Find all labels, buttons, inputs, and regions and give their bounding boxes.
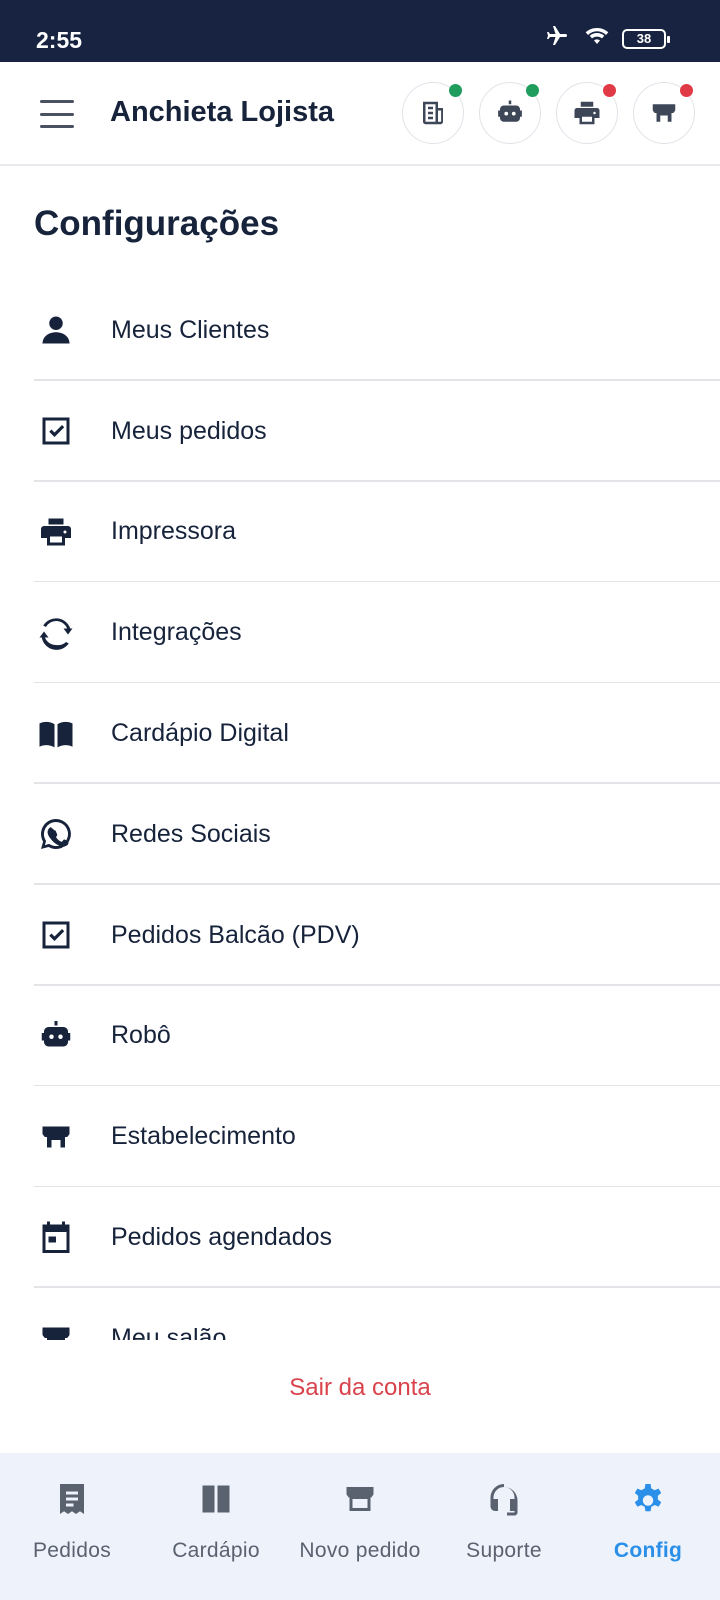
settings-item-cardapio-digital[interactable]: Cardápio Digital — [0, 683, 720, 784]
orders-status-button[interactable] — [402, 82, 464, 144]
settings-item-impressora[interactable]: Impressora — [0, 482, 720, 583]
robot-icon — [498, 100, 522, 122]
settings-item-label: Estabelecimento — [111, 1122, 296, 1151]
receipt-icon — [52, 1479, 92, 1519]
nav-cardapio[interactable]: Cardápio — [144, 1453, 288, 1600]
app-bar: Anchieta Lojista — [0, 62, 720, 166]
nav-pedidos[interactable]: Pedidos — [0, 1453, 144, 1600]
person-icon — [36, 310, 76, 350]
settings-item-label: Meu salão — [111, 1323, 227, 1340]
store-icon — [652, 104, 676, 122]
nav-suporte[interactable]: Suporte — [432, 1453, 576, 1600]
wifi-icon — [582, 24, 612, 53]
book-icon — [36, 714, 76, 754]
book-icon — [196, 1479, 236, 1519]
hamburger-icon — [40, 100, 74, 103]
settings-item-label: Cardápio Digital — [111, 719, 289, 748]
settings-item-label: Robô — [111, 1021, 171, 1050]
nav-label: Suporte — [466, 1539, 542, 1562]
app-title: Anchieta Lojista — [110, 96, 334, 128]
settings-item-meu-salao[interactable]: Meu salão — [0, 1288, 720, 1340]
system-status-bar: 2:55 38 — [0, 0, 720, 62]
nav-label: Pedidos — [33, 1539, 111, 1562]
settings-item-label: Pedidos agendados — [111, 1223, 333, 1252]
robot-icon — [36, 1016, 76, 1056]
printer-icon — [574, 101, 600, 125]
store-icon — [36, 1117, 76, 1157]
page-title: Configurações — [34, 204, 280, 243]
settings-item-pedidos-balcao[interactable]: Pedidos Balcão (PDV) — [0, 885, 720, 986]
whatsapp-icon — [36, 814, 76, 854]
status-dot — [603, 84, 616, 97]
printer-icon — [36, 512, 76, 552]
calendar-icon — [36, 1218, 76, 1258]
settings-item-label: Pedidos Balcão (PDV) — [111, 920, 360, 949]
settings-item-label: Redes Sociais — [111, 819, 271, 848]
settings-item-estabelecimento[interactable]: Estabelecimento — [0, 1086, 720, 1187]
bottom-nav: Pedidos Cardápio Novo pedido Suporte Con… — [0, 1453, 720, 1600]
status-icons: 38 — [532, 24, 670, 53]
settings-item-meus-clientes[interactable]: Meus Clientes — [0, 280, 720, 381]
settings-item-label: Impressora — [111, 517, 237, 546]
status-dot — [449, 84, 462, 97]
status-dot — [680, 84, 693, 97]
printer-status-button[interactable] — [556, 82, 618, 144]
gear-icon — [628, 1479, 668, 1519]
robot-status-button[interactable] — [479, 82, 541, 144]
settings-item-integracoes[interactable]: Integrações — [0, 582, 720, 683]
battery-icon: 38 — [622, 28, 670, 49]
store-status-button[interactable] — [633, 82, 695, 144]
receipt-icon — [423, 101, 443, 125]
settings-item-redes-sociais[interactable]: Redes Sociais — [0, 784, 720, 885]
settings-item-label: Meus pedidos — [111, 416, 267, 445]
nav-label: Novo pedido — [299, 1539, 421, 1562]
status-dot — [526, 84, 539, 97]
airplane-icon — [542, 24, 572, 53]
nav-config[interactable]: Config — [576, 1453, 720, 1600]
settings-item-robo[interactable]: Robô — [0, 986, 720, 1087]
settings-item-pedidos-agendados[interactable]: Pedidos agendados — [0, 1187, 720, 1288]
status-time: 2:55 — [36, 27, 83, 53]
headset-icon — [484, 1479, 524, 1519]
sync-icon — [36, 613, 76, 653]
store-icon — [340, 1479, 380, 1519]
nav-label: Config — [613, 1539, 683, 1562]
logout-button[interactable]: Sair da conta — [0, 1374, 720, 1402]
checkbox-icon — [36, 411, 76, 451]
settings-item-meus-pedidos[interactable]: Meus pedidos — [0, 381, 720, 482]
checkbox-icon — [36, 915, 76, 955]
settings-item-label: Integrações — [111, 618, 242, 647]
settings-list: Meus Clientes Meus pedidos Impressora In… — [0, 280, 720, 1340]
nav-novo-pedido[interactable]: Novo pedido — [288, 1453, 432, 1600]
settings-item-label: Meus Clientes — [111, 315, 270, 344]
menu-button[interactable] — [38, 98, 76, 130]
nav-label: Cardápio — [172, 1539, 260, 1562]
store-icon — [36, 1318, 76, 1340]
